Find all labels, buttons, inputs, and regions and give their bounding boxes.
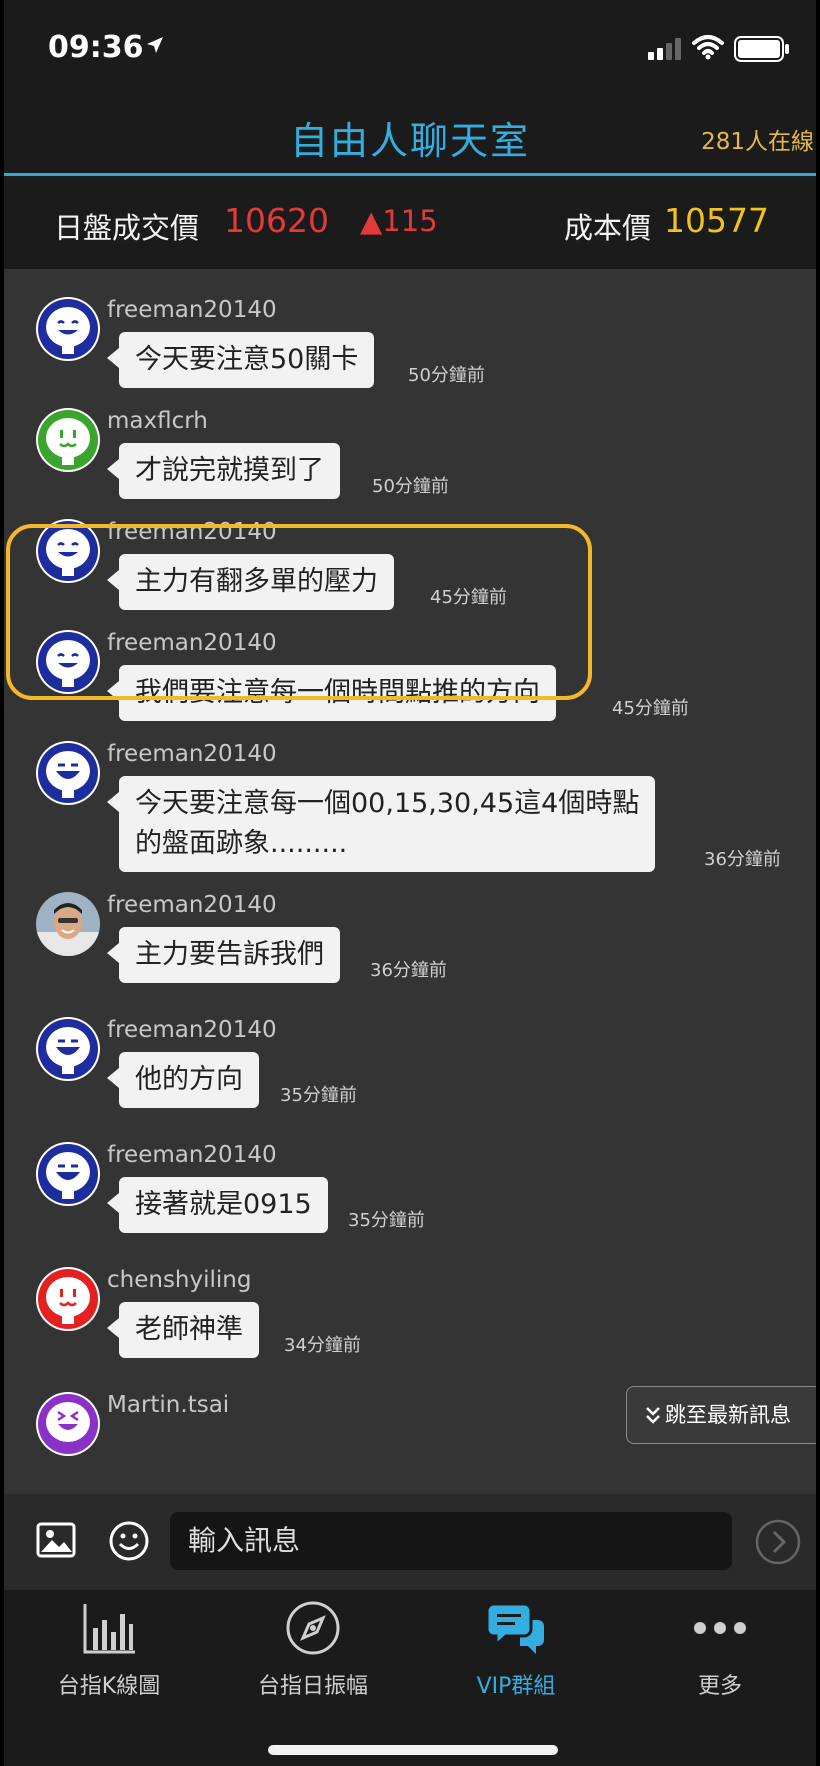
tab-more[interactable]: 更多 [620, 1600, 816, 1700]
home-indicator[interactable] [268, 1745, 558, 1755]
green-smile-icon[interactable] [36, 408, 100, 472]
highlight-frame [6, 524, 592, 700]
battery-icon [734, 36, 789, 62]
message-username: freeman20140 [107, 1142, 277, 1168]
chat-room-header: 自由人聊天室 281人在線 [4, 100, 816, 176]
message-username: freeman20140 [107, 741, 277, 767]
message-bubble[interactable]: 老師神準 [107, 1302, 259, 1358]
message-username: freeman20140 [107, 297, 277, 323]
message-bubble[interactable]: 今天要注意每一個00,15,30,45這4個時點 的盤面跡象......... [106, 776, 656, 872]
message-time: 36分鐘前 [370, 960, 447, 981]
chat-messages[interactable]: freeman20140 今天要注意50關卡 50分鐘前 maxflcrh 才說… [4, 269, 816, 1494]
day-price-value: 10620 [224, 201, 329, 240]
message-time: 50分鐘前 [408, 365, 485, 386]
page-title: 自由人聊天室 [289, 119, 530, 163]
cost-price-label: 成本價 [564, 211, 652, 245]
tab-daily-amplitude[interactable]: 台指日振幅 [213, 1600, 413, 1700]
purple-laugh-icon[interactable] [36, 1392, 100, 1456]
double-chevron-down-icon [646, 1407, 660, 1424]
jump-label: 跳至最新訊息 [665, 1403, 791, 1427]
message-time: 50分鐘前 [372, 476, 449, 497]
tab-label: 台指K線圖 [57, 1674, 161, 1699]
message-bubble[interactable]: 今天要注意50關卡 [106, 332, 375, 388]
chat-bubbles-icon [485, 1602, 544, 1654]
message-time: 45分鐘前 [612, 698, 689, 719]
send-arrow-icon[interactable] [754, 1518, 802, 1566]
tab-label: VIP群組 [476, 1674, 556, 1699]
message-bubble[interactable]: 才說完就摸到了 [107, 443, 340, 499]
cost-price-value: 10577 [664, 201, 769, 240]
status-bar: 09:36 [4, 0, 816, 100]
message-bubble[interactable]: 主力要告訴我們 [107, 927, 340, 983]
tab-vip-group[interactable]: VIP群組 [416, 1600, 616, 1700]
price-change: ▲115 [360, 204, 438, 238]
blue-laugh-icon[interactable] [36, 741, 100, 805]
online-count: 281人在線 [701, 129, 814, 155]
message-input[interactable]: 輸入訊息 [170, 1512, 732, 1570]
jump-to-latest-button[interactable]: 跳至最新訊息 [626, 1386, 816, 1444]
bar-chart-icon [83, 1604, 135, 1654]
user-photo-avatar[interactable] [36, 892, 100, 956]
tab-k-line-chart[interactable]: 台指K線圖 [9, 1600, 209, 1700]
message-bubble[interactable]: 接著就是0915 [107, 1177, 328, 1233]
message-time: 36分鐘前 [704, 849, 781, 870]
message-time: 34分鐘前 [284, 1335, 361, 1356]
cellular-signal-icon [648, 38, 681, 60]
message-time: 35分鐘前 [280, 1085, 357, 1106]
wifi-icon [692, 35, 724, 60]
compass-icon [286, 1601, 340, 1655]
tab-label: 更多 [697, 1674, 742, 1699]
message-username: freeman20140 [107, 1017, 277, 1043]
red-smile-icon[interactable] [36, 1267, 100, 1331]
message-time: 35分鐘前 [348, 1210, 425, 1231]
price-ticker: 日盤成交價 10620 ▲115 成本價 10577 [4, 179, 816, 269]
message-username: chenshyiling [107, 1267, 252, 1293]
message-bubble[interactable]: 他的方向 [107, 1052, 259, 1108]
blue-laugh-icon[interactable] [36, 1017, 100, 1081]
blue-laugh-icon[interactable] [36, 1142, 100, 1206]
tab-label: 台指日振幅 [257, 1674, 368, 1699]
message-username: Martin.tsai [107, 1392, 230, 1418]
clock: 09:36 [48, 30, 144, 65]
location-arrow-icon [147, 37, 163, 53]
message-username: freeman20140 [107, 892, 277, 918]
more-dots-icon [694, 1622, 746, 1634]
phone-screen: 09:36 自由人聊天室 281人在線 日盤成交價 10620 ▲115 成本價 [4, 0, 816, 1766]
bottom-nav: 台指K線圖 台指日振幅 VIP群組 更多 [4, 1590, 816, 1766]
emoji-icon[interactable] [108, 1520, 150, 1562]
message-input-bar: 輸入訊息 [4, 1494, 816, 1590]
message-username: maxflcrh [107, 408, 208, 434]
image-upload-icon[interactable] [36, 1522, 76, 1558]
day-price-label: 日盤成交價 [54, 211, 200, 245]
blue-smile-icon[interactable] [36, 297, 100, 361]
